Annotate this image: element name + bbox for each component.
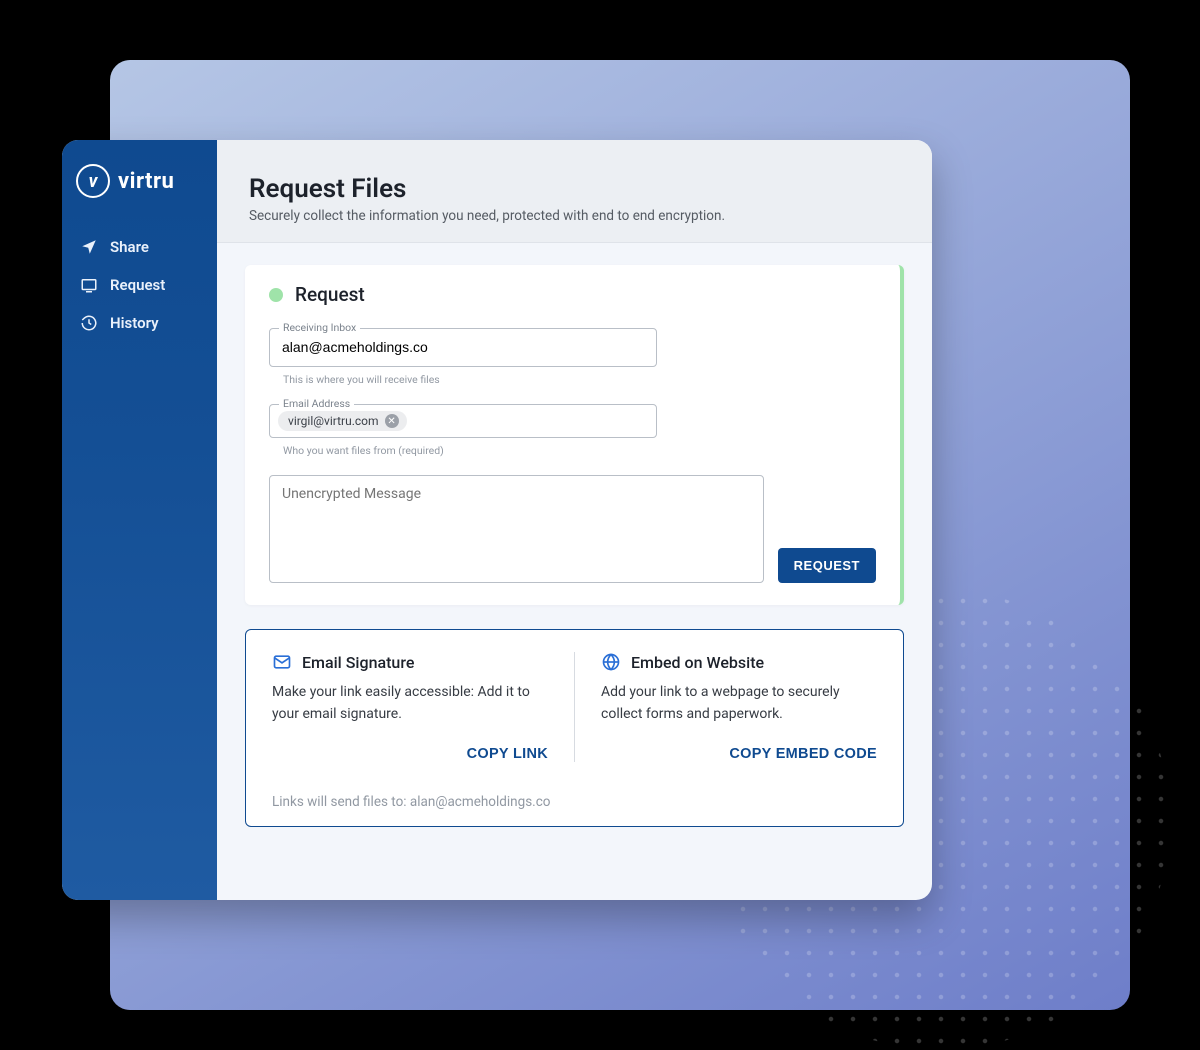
logo-text: virtru [118,169,174,194]
sidebar-item-label: History [110,314,159,332]
sidebar-item-request[interactable]: Request [76,266,203,304]
request-card-title-row: Request [269,283,876,306]
email-address-label: Email Address [279,397,354,410]
share-box-footer: Links will send files to: alan@acmeholdi… [272,780,877,810]
main-panel: Request Files Securely collect the infor… [217,140,932,900]
email-address-helper: Who you want files from (required) [283,444,876,457]
share-options-box: Email Signature Make your link easily ac… [245,629,904,827]
remove-chip-icon[interactable]: ✕ [385,414,399,428]
content-area: Request Receiving Inbox This is where yo… [217,243,932,900]
share-columns: Email Signature Make your link easily ac… [272,652,877,762]
email-signature-title: Email Signature [302,653,414,672]
page-title: Request Files [249,174,900,204]
email-address-field: Email Address virgil@virtru.com ✕ [269,404,876,438]
request-card: Request Receiving Inbox This is where yo… [245,265,904,605]
mail-icon [272,652,292,672]
send-icon [80,238,98,256]
sidebar: v virtru Share Request History [62,140,217,900]
sidebar-item-share[interactable]: Share [76,228,203,266]
request-button[interactable]: REQUEST [778,548,876,583]
copy-embed-code-button[interactable]: COPY EMBED CODE [729,746,877,762]
sidebar-item-label: Request [110,276,165,294]
receiving-inbox-helper: This is where you will receive files [283,373,876,386]
request-card-title: Request [295,283,365,306]
sidebar-item-label: Share [110,238,149,256]
email-chip: virgil@virtru.com ✕ [278,411,407,431]
logo-badge-icon: v [76,164,110,198]
app-window: v virtru Share Request History Request F [62,140,932,900]
globe-icon [601,652,621,672]
monitor-icon [80,276,98,294]
embed-website-title: Embed on Website [631,653,764,672]
email-signature-desc: Make your link easily accessible: Add it… [272,682,548,725]
receiving-inbox-field: Receiving Inbox [269,328,876,367]
copy-link-button[interactable]: COPY LINK [467,746,548,762]
logo-badge-char: v [89,171,98,192]
page-header: Request Files Securely collect the infor… [217,140,932,243]
email-chip-text: virgil@virtru.com [288,414,379,428]
embed-website-col: Embed on Website Add your link to a webp… [574,652,877,762]
sidebar-item-history[interactable]: History [76,304,203,342]
history-icon [80,314,98,332]
message-textarea[interactable] [269,475,764,583]
page-subtitle: Securely collect the information you nee… [249,208,900,224]
logo: v virtru [76,164,203,198]
status-dot-icon [269,288,283,302]
receiving-inbox-label: Receiving Inbox [279,321,360,334]
embed-website-desc: Add your link to a webpage to securely c… [601,682,877,725]
email-signature-col: Email Signature Make your link easily ac… [272,652,574,762]
email-signature-head: Email Signature [272,652,548,672]
message-row: REQUEST [269,475,876,583]
embed-website-head: Embed on Website [601,652,877,672]
receiving-inbox-input[interactable] [282,339,644,355]
